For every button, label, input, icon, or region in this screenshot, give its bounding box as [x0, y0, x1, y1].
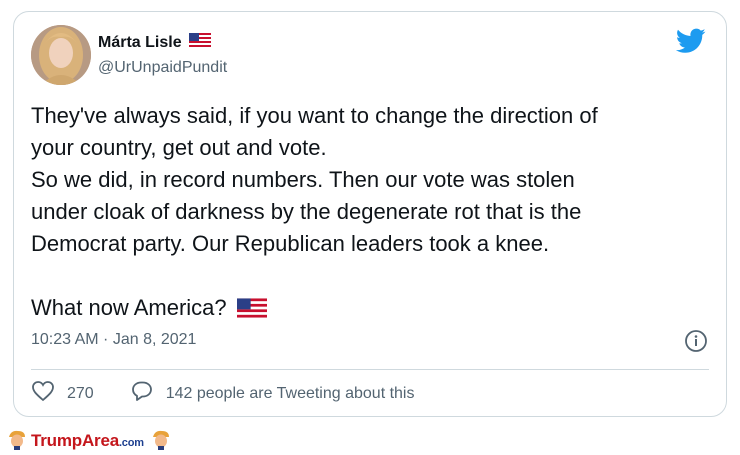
tweet-body: They've always said, if you want to chan… — [31, 100, 711, 327]
body-line: So we did, in record numbers. Then our v… — [31, 167, 575, 192]
info-icon[interactable] — [684, 329, 708, 353]
watermark-brand: TrumpArea.com — [31, 431, 144, 450]
us-flag-icon — [236, 295, 267, 327]
closing-text: What now America? — [31, 295, 227, 320]
body-line: They've always said, if you want to chan… — [31, 103, 598, 128]
watermark-face-icon — [6, 428, 28, 455]
reply-button[interactable]: 142 people are Tweeting about this — [130, 380, 415, 407]
author-handle[interactable]: @UrUnpaidPundit — [98, 59, 227, 77]
body-line: under cloak of darkness by the degenerat… — [31, 199, 582, 224]
like-count: 270 — [67, 384, 94, 402]
watermark-face-icon — [150, 428, 172, 455]
speech-bubble-icon — [130, 380, 154, 407]
body-line: Democrat party. Our Republican leaders t… — [31, 231, 550, 256]
watermark: TrumpArea.com — [0, 427, 740, 455]
divider — [31, 369, 709, 370]
avatar[interactable] — [31, 25, 91, 85]
tweet-card: Márta Lisle @UrUnpaidPundit They've alwa… — [13, 11, 727, 417]
reply-text: 142 people are Tweeting about this — [165, 384, 415, 402]
us-flag-icon — [188, 33, 211, 52]
action-bar: 270 142 people are Tweeting about this — [31, 380, 414, 407]
heart-icon — [31, 380, 55, 407]
tweet-timestamp[interactable]: 10:23 AM · Jan 8, 2021 — [31, 331, 196, 349]
body-line: your country, get out and vote. — [31, 135, 327, 160]
twitter-bird-icon[interactable] — [675, 28, 706, 54]
closing-line: What now America? — [31, 292, 711, 327]
author-row: Márta Lisle — [98, 33, 211, 52]
author-name[interactable]: Márta Lisle — [98, 34, 182, 52]
like-button[interactable]: 270 — [31, 380, 94, 407]
